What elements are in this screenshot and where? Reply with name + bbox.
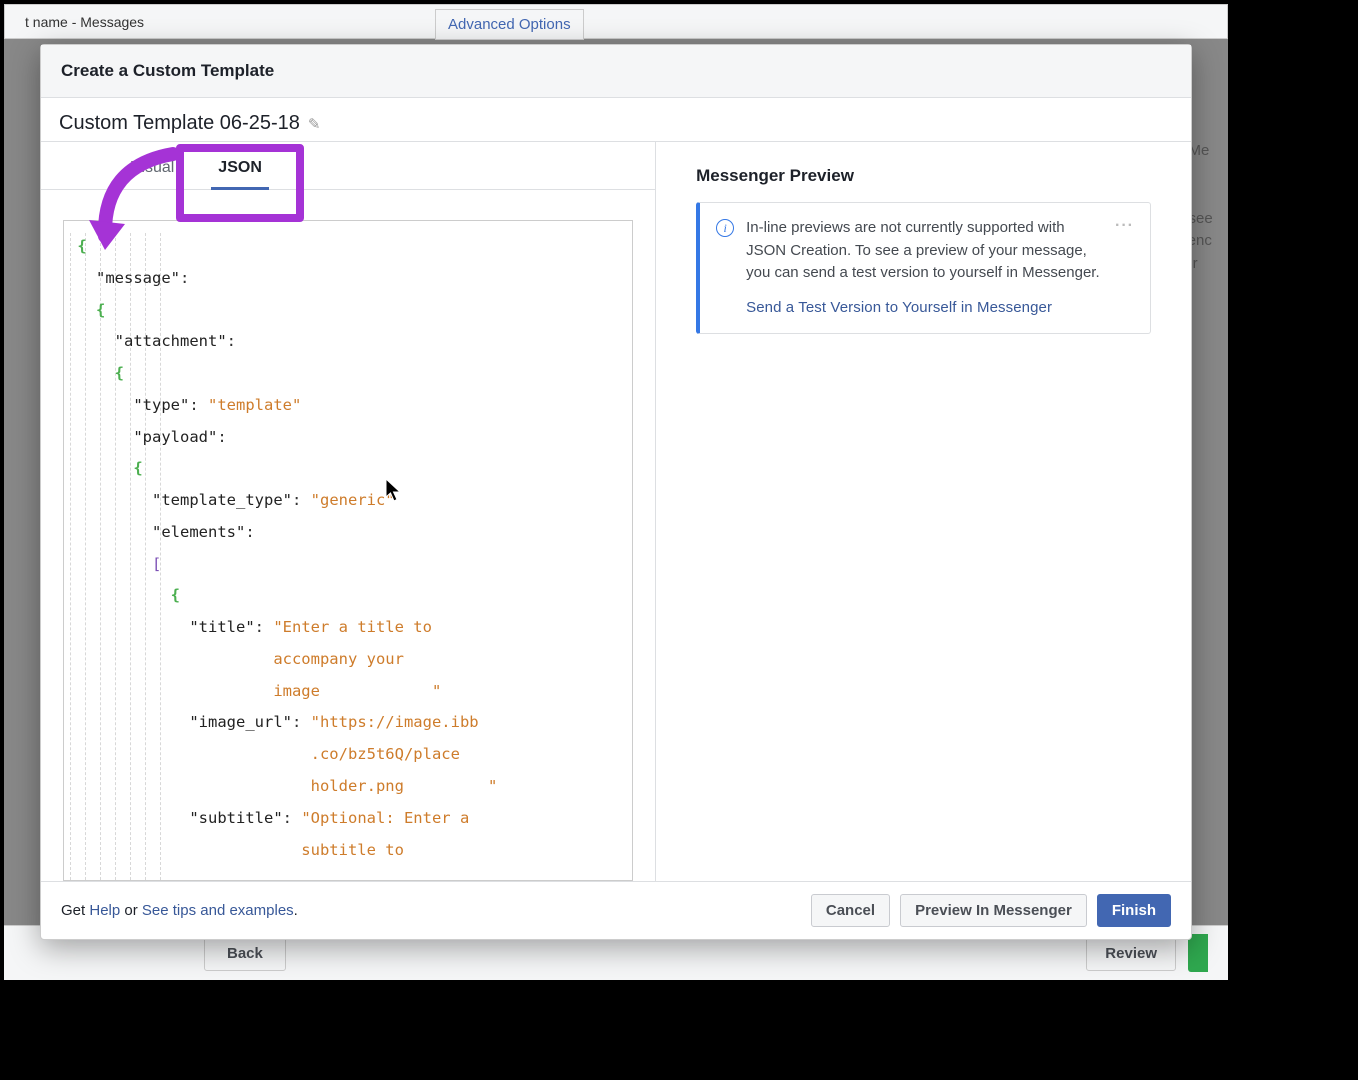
bg-window-header: t name - Messages Advanced Options: [4, 4, 1228, 39]
bg-green-button-stub[interactable]: [1188, 934, 1208, 972]
finish-button[interactable]: Finish: [1097, 894, 1171, 927]
modal-header: Create a Custom Template: [41, 45, 1191, 98]
preview-in-messenger-button[interactable]: Preview In Messenger: [900, 894, 1087, 927]
advanced-options-button[interactable]: Advanced Options: [435, 9, 584, 40]
send-test-link[interactable]: Send a Test Version to Yourself in Messe…: [746, 297, 1103, 320]
modal-footer: Get Help or See tips and examples. Cance…: [41, 881, 1191, 939]
cancel-button[interactable]: Cancel: [811, 894, 890, 927]
custom-template-modal: Create a Custom Template Custom Template…: [40, 44, 1192, 940]
tab-visual[interactable]: Visual: [65, 145, 196, 189]
preview-pane: Messenger Preview i In-line previews are…: [656, 142, 1191, 881]
bg-header-title: t name - Messages: [25, 14, 144, 30]
tab-json[interactable]: JSON: [196, 145, 284, 189]
edit-name-icon[interactable]: ✎: [308, 115, 321, 133]
preview-info-card: i In-line previews are not currently sup…: [696, 202, 1151, 334]
json-code-editor[interactable]: { "message": { "attachment": { "type": "…: [63, 220, 633, 881]
info-icon: i: [716, 219, 734, 237]
footer-help-text: Get Help or See tips and examples.: [61, 902, 298, 919]
tips-link[interactable]: See tips and examples: [142, 902, 294, 919]
template-name-text: Custom Template 06-25-18: [59, 112, 300, 135]
editor-tabs: Visual JSON: [41, 142, 655, 190]
card-menu-icon[interactable]: ···: [1115, 217, 1134, 235]
editor-pane: Visual JSON { "message": { "attachment":…: [41, 142, 656, 881]
info-text: In-line previews are not currently suppo…: [746, 219, 1100, 281]
back-button[interactable]: Back: [204, 936, 286, 971]
help-link[interactable]: Help: [89, 902, 120, 919]
template-name-row: Custom Template 06-25-18 ✎: [41, 98, 1191, 141]
review-button[interactable]: Review: [1086, 936, 1176, 971]
preview-heading: Messenger Preview: [696, 166, 1151, 186]
